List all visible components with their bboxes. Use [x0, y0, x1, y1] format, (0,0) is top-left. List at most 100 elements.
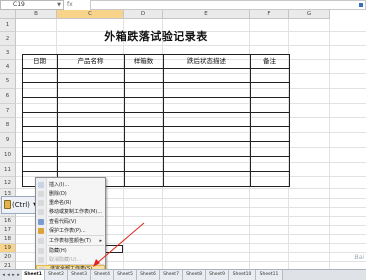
column-header-e[interactable]: E [163, 10, 250, 19]
sheet-tab-sheet9[interactable]: Sheet9 [206, 270, 229, 280]
sheet-tab-context-menu: 插入(I)... 删除(D) 重命名(R) 移动或复制工作表(M)... 查看代码(V)… [35, 177, 106, 273]
row-header-19[interactable]: 19 [0, 244, 16, 253]
row-header-8[interactable]: 8 [0, 118, 16, 133]
menu-item-label: 删除(D) [49, 191, 67, 197]
menu-separator [48, 245, 104, 246]
menu-item-unhide[interactable]: 取消隐藏(U)... [36, 256, 105, 264]
menu-item-label: 保护工作表(P)... [49, 228, 86, 234]
column-header-b[interactable]: B [16, 10, 57, 19]
hide-icon [38, 248, 44, 254]
table-border [250, 54, 251, 186]
sheet-title: 外箱跌落试验记录表 [104, 30, 208, 43]
column-header-c[interactable]: C [57, 10, 124, 19]
table-border [22, 54, 23, 186]
fx-label: fx [67, 1, 73, 8]
menu-item-rename[interactable]: 重命名(R) [36, 199, 105, 207]
menu-item-tab-color[interactable]: 工作表标签颜色(T) ▸ [36, 237, 105, 245]
sheet-tab-sheet4[interactable]: Sheet4 [91, 270, 114, 280]
clipboard-icon [4, 199, 11, 209]
row-header-5[interactable]: 5 [0, 74, 16, 89]
menu-item-label: 隐藏(H) [49, 248, 67, 254]
row-header-10[interactable]: 10 [0, 148, 16, 163]
row-header-3[interactable]: 3 [0, 46, 16, 60]
row-header-1[interactable]: 1 [0, 19, 16, 32]
row-header-2[interactable]: 2 [0, 32, 16, 46]
unhide-icon [38, 257, 44, 263]
gridline [16, 132, 366, 133]
submenu-arrow-icon: ▸ [99, 238, 102, 244]
menu-item-protect[interactable]: 保护工作表(P)... [36, 227, 105, 235]
sheet-tab-sheet5[interactable]: Sheet5 [114, 270, 137, 280]
menu-item-code[interactable]: 查看代码(V) [36, 218, 105, 226]
table-border [124, 54, 125, 186]
protect-icon [38, 228, 44, 234]
row-header-21[interactable]: 21 [0, 262, 16, 269]
table-border [163, 54, 164, 186]
table-border [289, 54, 290, 186]
table-border [57, 54, 58, 186]
row-header-12[interactable]: 12 [0, 177, 16, 189]
gridline [16, 88, 366, 89]
select-all-corner[interactable] [0, 10, 16, 19]
sheet-tab-sheet10[interactable]: Sheet10 [229, 270, 256, 280]
rename-icon [38, 200, 44, 206]
chevron-down-icon[interactable]: ▼ [57, 1, 61, 9]
tab-color-icon [38, 238, 44, 244]
row-header-16[interactable]: 16 [0, 217, 16, 226]
paste-options-label: (Ctrl) [12, 201, 30, 209]
column-header-g[interactable]: G [289, 10, 330, 19]
column-header-f[interactable]: F [250, 10, 289, 19]
menu-separator [48, 216, 104, 217]
header-status: 跌后状态描述 [187, 57, 226, 65]
menu-item-label: 重命名(R) [49, 200, 72, 206]
gridline [16, 147, 366, 148]
menu-item-delete[interactable]: 删除(D) [36, 190, 105, 198]
gridline [16, 103, 366, 104]
gridline [16, 73, 366, 74]
row-header-9[interactable]: 9 [0, 133, 16, 148]
row-header-4[interactable]: 4 [0, 60, 16, 74]
move-icon [38, 209, 44, 215]
menu-separator [48, 235, 104, 236]
gridline [16, 117, 366, 118]
code-icon [38, 219, 44, 225]
sheet-tab-sheet11[interactable]: Sheet11 [256, 270, 283, 280]
header-date: 日期 [33, 57, 46, 65]
sheet-tab-sheet8[interactable]: Sheet8 [183, 270, 206, 280]
menu-item-label: 取消隐藏(U)... [49, 257, 82, 263]
sheet-tab-bar: ◂ ◂ ▸ ▸ Sheet1 Sheet2 Sheet3 Sheet4 Sheet5 Sh… [0, 269, 366, 280]
sheet-tab-sheet2[interactable]: Sheet2 [45, 270, 68, 280]
row-header-11[interactable]: 11 [0, 163, 16, 177]
menu-item-move[interactable]: 移动或复制工作表(M)... [36, 208, 105, 216]
row-header-18[interactable]: 18 [0, 235, 16, 244]
paste-options-button[interactable]: (Ctrl) ▼ [1, 196, 39, 214]
sheet-tab-sheet6[interactable]: Sheet6 [137, 270, 160, 280]
delete-icon [38, 191, 44, 197]
sheet-tab-sheet7[interactable]: Sheet7 [160, 270, 183, 280]
menu-item-hide[interactable]: 隐藏(H) [36, 247, 105, 255]
column-header-d[interactable]: D [124, 10, 163, 19]
sheet-tab-sheet3[interactable]: Sheet3 [68, 270, 91, 280]
gridline [16, 45, 366, 46]
name-box-value: C19 [13, 1, 25, 8]
menu-item-label: 插入(I)... [49, 182, 70, 188]
formula-expand-icon[interactable] [359, 3, 363, 7]
row-header-6[interactable]: 6 [0, 89, 16, 104]
menu-item-label: 工作表标签颜色(T) [49, 238, 91, 244]
last-sheet-icon[interactable]: ▸ [16, 271, 21, 279]
watermark-logo: Bai [354, 254, 364, 261]
menu-item-label: 移动或复制工作表(M)... [49, 209, 102, 215]
header-remarks: 备注 [263, 57, 276, 65]
formula-input[interactable] [90, 0, 366, 10]
row-header-20[interactable]: 20 [0, 253, 16, 262]
insert-icon [38, 182, 44, 188]
gridline [329, 19, 330, 269]
sheet-tab-sheet1[interactable]: Sheet1 [22, 270, 45, 280]
row-header-7[interactable]: 7 [0, 104, 16, 118]
menu-item-insert[interactable]: 插入(I)... [36, 181, 105, 189]
name-box[interactable]: C19 ▼ [0, 0, 64, 10]
header-sample-count: 样箱数 [133, 57, 154, 65]
row-header-17[interactable]: 17 [0, 226, 16, 235]
menu-item-label: 查看代码(V) [49, 219, 77, 225]
gridline [16, 162, 366, 163]
